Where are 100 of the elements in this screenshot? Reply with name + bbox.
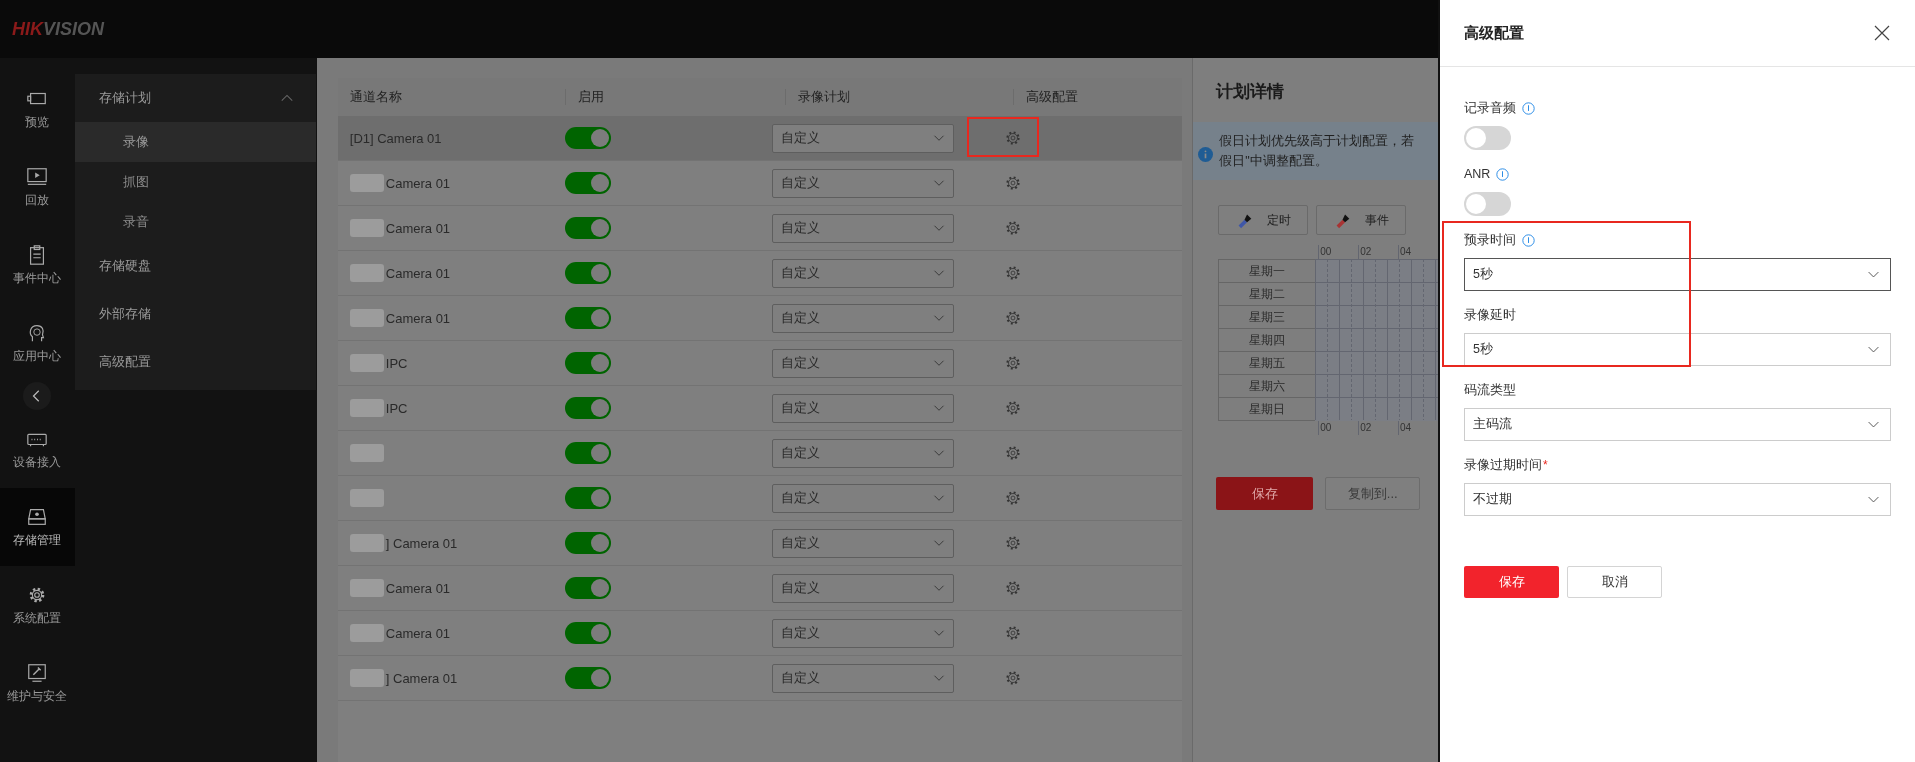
cancel-button[interactable]: 取消 bbox=[1567, 566, 1662, 598]
toggle-switch[interactable] bbox=[564, 127, 611, 149]
nav-item[interactable]: 应用中心 bbox=[0, 304, 75, 382]
toggle-switch[interactable] bbox=[564, 667, 611, 689]
toggle-switch[interactable] bbox=[564, 217, 611, 239]
submenu-item[interactable]: 存储硬盘 bbox=[74, 242, 316, 290]
day-label: 星期二 bbox=[1219, 283, 1315, 306]
table-row[interactable]: ] Camera 01 自定义 bbox=[337, 521, 1183, 566]
channel-name: [D1] Camera 01 bbox=[349, 130, 442, 146]
channel-name: Camera 01 bbox=[385, 580, 451, 596]
plan-select[interactable]: 自定义 bbox=[771, 348, 954, 378]
plan-select[interactable]: 自定义 bbox=[771, 438, 954, 468]
toggle-switch[interactable] bbox=[564, 352, 611, 374]
brush-tool-button[interactable]: 事件 bbox=[1316, 205, 1407, 235]
submenu-item[interactable]: 录音 bbox=[74, 202, 316, 242]
nav-item[interactable]: 回放 bbox=[0, 148, 75, 226]
copy-button[interactable]: 复制到... bbox=[1325, 477, 1421, 510]
table-row[interactable]: ] Camera 01 自定义 bbox=[337, 656, 1183, 701]
toggle-switch[interactable] bbox=[564, 622, 611, 644]
plan-select[interactable]: 自定义 bbox=[771, 663, 954, 693]
day-label: 星期四 bbox=[1219, 329, 1315, 352]
hour-label: 00 bbox=[1318, 245, 1359, 259]
plan-select[interactable]: 自定义 bbox=[771, 303, 954, 333]
day-label: 星期日 bbox=[1248, 401, 1287, 417]
toggle-switch[interactable] bbox=[564, 532, 611, 554]
table-row[interactable]: Camera 01 自定义 bbox=[337, 161, 1183, 206]
toggle-switch[interactable] bbox=[564, 577, 611, 599]
field-label: 录像过期时间 bbox=[1464, 456, 1542, 474]
redaction-blur bbox=[349, 354, 384, 372]
plan-select[interactable]: 自定义 bbox=[771, 483, 954, 513]
table-row[interactable]: Camera 01 自定义 bbox=[337, 566, 1183, 611]
table-row[interactable]: [D1] Camera 01 自定义 bbox=[337, 116, 1183, 161]
table-row[interactable]: 自定义 bbox=[337, 476, 1183, 521]
notice-text: 假日"中调整配置。 bbox=[1219, 153, 1329, 170]
save-button[interactable]: 保存 bbox=[1216, 477, 1314, 510]
table-row[interactable]: Camera 01 自定义 bbox=[337, 251, 1183, 296]
toggle-switch[interactable] bbox=[564, 307, 611, 329]
plan-select[interactable]: 自定义 bbox=[771, 393, 954, 423]
redaction-blur bbox=[349, 669, 384, 687]
day-label: 星期三 bbox=[1219, 306, 1315, 329]
table-row[interactable]: IPC 自定义 bbox=[337, 386, 1183, 431]
plan-select[interactable]: 自定义 bbox=[771, 213, 954, 243]
drawer-title: 高级配置 bbox=[1464, 23, 1524, 43]
toggle-switch[interactable] bbox=[1464, 192, 1511, 216]
table-row[interactable]: Camera 01 自定义 bbox=[337, 611, 1183, 656]
plan-select[interactable]: 自定义 bbox=[771, 258, 954, 288]
close-button[interactable] bbox=[1873, 24, 1891, 42]
toggle-switch[interactable] bbox=[564, 262, 611, 284]
submenu-item[interactable]: 高级配置 bbox=[74, 338, 316, 386]
toggle-switch[interactable] bbox=[564, 442, 611, 464]
dropdown-select[interactable]: 主码流 bbox=[1464, 408, 1891, 441]
field-label: ANR bbox=[1464, 167, 1491, 181]
table-row[interactable]: Camera 01 自定义 bbox=[337, 296, 1183, 341]
nav-item[interactable]: 系统配置 bbox=[0, 566, 75, 644]
column-header: 高级配置 bbox=[1012, 89, 1176, 105]
channel-name: ] Camera 01 bbox=[385, 535, 458, 551]
table-row[interactable]: IPC 自定义 bbox=[337, 341, 1183, 386]
dropdown-select[interactable]: 不过期 bbox=[1464, 483, 1891, 516]
playback-icon bbox=[26, 165, 49, 188]
submenu-item[interactable]: 抓图 bbox=[74, 162, 316, 202]
submenu-item[interactable]: 外部存储 bbox=[74, 290, 316, 338]
nav-item[interactable]: 存储管理 bbox=[0, 488, 75, 566]
notice-text: 假日计划优先级高于计划配置，若 bbox=[1219, 133, 1415, 150]
save-button[interactable]: 保存 bbox=[1464, 566, 1559, 598]
column-header: 启用 bbox=[564, 89, 785, 105]
plan-select[interactable]: 自定义 bbox=[771, 528, 954, 558]
hour-label: 00 bbox=[1318, 421, 1359, 435]
plan-select[interactable]: 自定义 bbox=[771, 123, 954, 153]
hour-label: 02 bbox=[1358, 245, 1399, 259]
nav-item[interactable]: 事件中心 bbox=[0, 226, 75, 304]
redaction-blur bbox=[349, 624, 384, 642]
toggle-switch[interactable] bbox=[564, 172, 611, 194]
nav-item[interactable]: 维护与安全 bbox=[0, 644, 75, 722]
channel-name: IPC bbox=[385, 400, 408, 416]
field-label: 录像延时 bbox=[1464, 306, 1516, 324]
toggle-switch[interactable] bbox=[1464, 126, 1511, 150]
table-row[interactable]: Camera 01 自定义 bbox=[337, 206, 1183, 251]
schedule-grid[interactable] bbox=[1315, 259, 1438, 421]
nav-item[interactable]: 预览 bbox=[0, 70, 75, 148]
brush-tool-button[interactable]: 定时 bbox=[1218, 205, 1309, 235]
plan-select[interactable]: 自定义 bbox=[771, 618, 954, 648]
nav-item[interactable]: 设备接入 bbox=[0, 410, 75, 488]
plan-select[interactable]: 自定义 bbox=[771, 573, 954, 603]
toggle-switch[interactable] bbox=[564, 397, 611, 419]
dropdown-select[interactable]: 5秒 bbox=[1464, 333, 1891, 366]
channel-name: IPC bbox=[385, 355, 408, 371]
submenu-item[interactable]: 存储计划 bbox=[74, 74, 316, 122]
channel-name: ] Camera 01 bbox=[385, 670, 458, 686]
submenu-item[interactable]: 录像 bbox=[74, 122, 316, 162]
plan-select[interactable]: 自定义 bbox=[771, 168, 954, 198]
field-label: 预录时间 bbox=[1464, 231, 1516, 249]
toggle-switch[interactable] bbox=[564, 487, 611, 509]
dropdown-select[interactable]: 5秒 bbox=[1464, 258, 1891, 291]
logo: HIKVISION bbox=[12, 18, 104, 40]
redaction-blur bbox=[349, 399, 384, 417]
day-label: 星期六 bbox=[1219, 375, 1315, 398]
channel-name: Camera 01 bbox=[385, 625, 451, 641]
table-row[interactable]: 自定义 bbox=[337, 431, 1183, 476]
collapse-button[interactable] bbox=[23, 382, 52, 410]
day-label: 星期五 bbox=[1219, 352, 1315, 375]
